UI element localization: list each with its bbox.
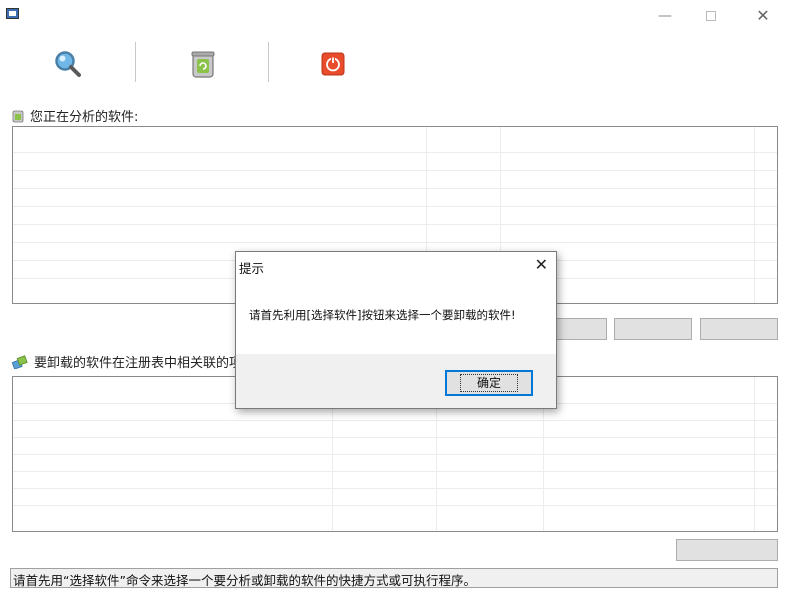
dialog-ok-label: 确定 — [459, 374, 518, 392]
row-divider — [13, 505, 777, 506]
analysis-section-header: 您正在分析的软件: — [12, 106, 138, 125]
toolbar-separator — [268, 42, 269, 82]
row-divider — [13, 420, 777, 421]
registry-section-header: 要卸载的软件在注册表中相关联的项 — [12, 352, 242, 371]
row-divider — [13, 206, 777, 207]
dialog-ok-button[interactable]: 确定 — [445, 370, 533, 396]
registry-section-title: 要卸载的软件在注册表中相关联的项 — [34, 356, 243, 371]
magnifier-icon — [55, 51, 81, 77]
row-divider — [13, 170, 777, 171]
row-divider — [13, 454, 777, 455]
dialog-message: 请首先利用[选择软件]按钮来选择一个要卸载的软件! — [249, 308, 516, 322]
column-divider — [754, 127, 755, 303]
title-bar: — ✕ — [0, 0, 786, 34]
power-icon — [321, 52, 345, 76]
dialog-close-icon[interactable]: ✕ — [535, 255, 548, 274]
action-button[interactable] — [676, 539, 778, 561]
exit-button[interactable] — [313, 44, 353, 84]
maximize-button[interactable] — [696, 6, 726, 26]
action-button[interactable] — [614, 318, 692, 340]
maximize-icon — [706, 11, 716, 21]
dialog-body: 请首先利用[选择软件]按钮来选择一个要卸载的软件! — [236, 280, 556, 354]
recycle-bin-icon — [12, 110, 24, 122]
status-bar: 请首先用“选择软件”命令来选择一个要分析或卸载的软件的快捷方式或可执行程序。 — [10, 568, 778, 588]
toolbar — [0, 34, 786, 94]
close-button[interactable]: ✕ — [748, 6, 778, 26]
row-divider — [13, 471, 777, 472]
row-divider — [13, 242, 777, 243]
dialog-title-bar: 提示 ✕ — [236, 252, 556, 280]
row-divider — [13, 488, 777, 489]
recycle-bin-icon — [191, 51, 215, 78]
row-divider — [13, 188, 777, 189]
row-divider — [13, 152, 777, 153]
minimize-button[interactable]: — — [650, 6, 680, 26]
action-button[interactable] — [700, 318, 778, 340]
row-divider — [13, 224, 777, 225]
prompt-dialog: 提示 ✕ 请首先利用[选择软件]按钮来选择一个要卸载的软件! 确定 — [235, 251, 557, 409]
registry-icon — [12, 354, 28, 369]
uninstall-button[interactable] — [183, 44, 223, 84]
analysis-section-title: 您正在分析的软件: — [30, 110, 139, 125]
toolbar-separator — [135, 42, 136, 82]
select-software-button[interactable] — [48, 44, 88, 84]
row-divider — [13, 437, 777, 438]
app-icon — [6, 8, 19, 19]
dialog-title: 提示 — [239, 261, 265, 276]
